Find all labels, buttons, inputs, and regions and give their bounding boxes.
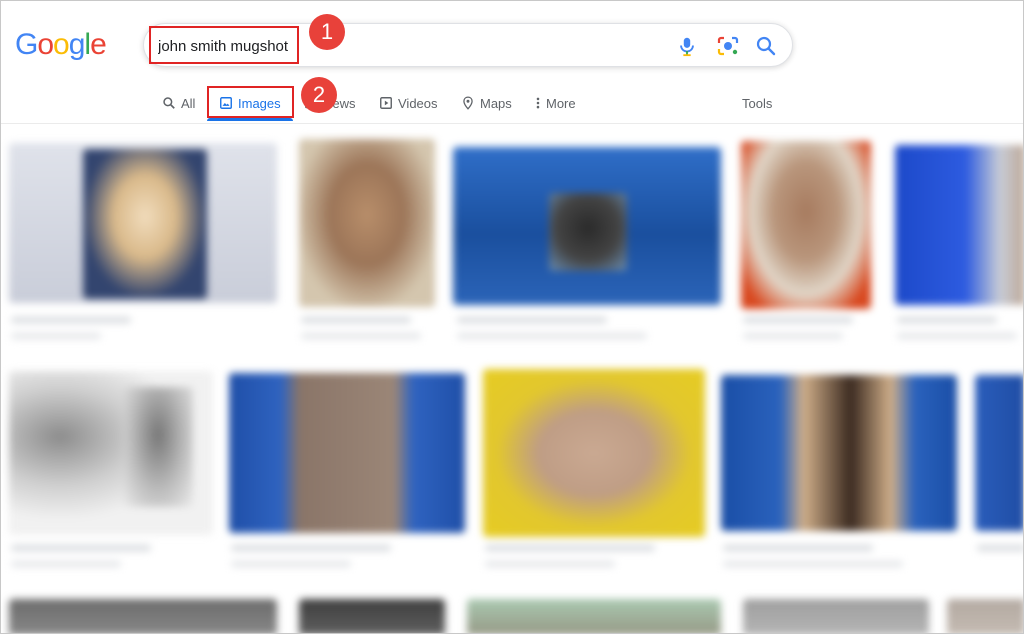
tools-label: Tools xyxy=(742,95,773,111)
tab-label: More xyxy=(546,95,576,111)
tab-label: Videos xyxy=(398,95,438,111)
result-thumbnail[interactable] xyxy=(483,369,705,537)
header-divider xyxy=(1,123,1023,124)
browser-frame: Google 1 All Image xyxy=(0,0,1024,634)
logo-letter: g xyxy=(68,28,86,61)
result-thumbnail[interactable] xyxy=(229,373,465,533)
google-logo[interactable]: Google xyxy=(15,28,107,62)
result-caption xyxy=(231,561,351,567)
result-caption xyxy=(457,317,607,323)
result-caption xyxy=(11,561,121,567)
play-icon xyxy=(380,97,392,109)
result-caption xyxy=(457,333,647,339)
map-pin-icon xyxy=(463,96,473,110)
result-caption xyxy=(977,545,1023,551)
result-thumbnail[interactable] xyxy=(299,139,435,307)
result-thumbnail xyxy=(123,387,193,507)
result-caption xyxy=(485,561,615,567)
result-thumbnail[interactable] xyxy=(9,599,277,633)
result-thumbnail xyxy=(549,193,627,271)
result-thumbnail[interactable] xyxy=(467,599,721,633)
image-results-grid xyxy=(1,125,1023,633)
active-tab-indicator xyxy=(207,118,293,121)
result-caption xyxy=(11,317,131,323)
tab-videos[interactable]: Videos xyxy=(379,87,438,119)
result-thumbnail[interactable] xyxy=(299,599,445,633)
camera-lens-icon[interactable] xyxy=(716,35,740,57)
tab-label: Maps xyxy=(480,95,512,111)
more-vertical-icon xyxy=(536,97,540,109)
result-caption xyxy=(485,545,655,551)
result-thumbnail[interactable] xyxy=(947,599,1023,633)
tab-maps[interactable]: Maps xyxy=(461,87,512,119)
result-thumbnail[interactable] xyxy=(895,145,1023,305)
step-badge-1: 1 xyxy=(309,14,345,50)
logo-letter: o xyxy=(53,28,70,61)
search-icon xyxy=(163,97,175,109)
result-caption xyxy=(11,333,101,339)
tab-all[interactable]: All xyxy=(162,87,195,119)
images-tab-highlight xyxy=(207,86,294,118)
logo-letter: e xyxy=(90,28,107,61)
tools-button[interactable]: Tools xyxy=(742,87,772,119)
microphone-icon[interactable] xyxy=(676,34,698,58)
result-caption xyxy=(231,545,391,551)
search-tabs: All Images News Videos Maps More Tools xyxy=(1,87,1023,123)
search-query-highlight xyxy=(149,26,299,64)
result-caption xyxy=(897,333,1017,339)
result-caption xyxy=(743,317,853,323)
result-thumbnail[interactable] xyxy=(741,141,871,309)
step-badge-2: 2 xyxy=(301,77,337,113)
result-caption xyxy=(723,561,903,567)
result-caption xyxy=(743,333,843,339)
result-thumbnail xyxy=(83,149,207,299)
search-submit-icon[interactable] xyxy=(754,34,778,58)
result-caption xyxy=(897,317,997,323)
result-caption xyxy=(301,333,421,339)
result-thumbnail[interactable] xyxy=(721,375,957,531)
logo-letter: o xyxy=(37,28,54,61)
result-caption xyxy=(723,545,873,551)
result-thumbnail[interactable] xyxy=(975,375,1023,531)
logo-letter: G xyxy=(15,28,38,61)
result-caption xyxy=(301,317,411,323)
tab-more[interactable]: More xyxy=(535,87,576,119)
result-thumbnail[interactable] xyxy=(743,599,929,633)
result-caption xyxy=(11,545,151,551)
tab-label: All xyxy=(181,95,196,111)
